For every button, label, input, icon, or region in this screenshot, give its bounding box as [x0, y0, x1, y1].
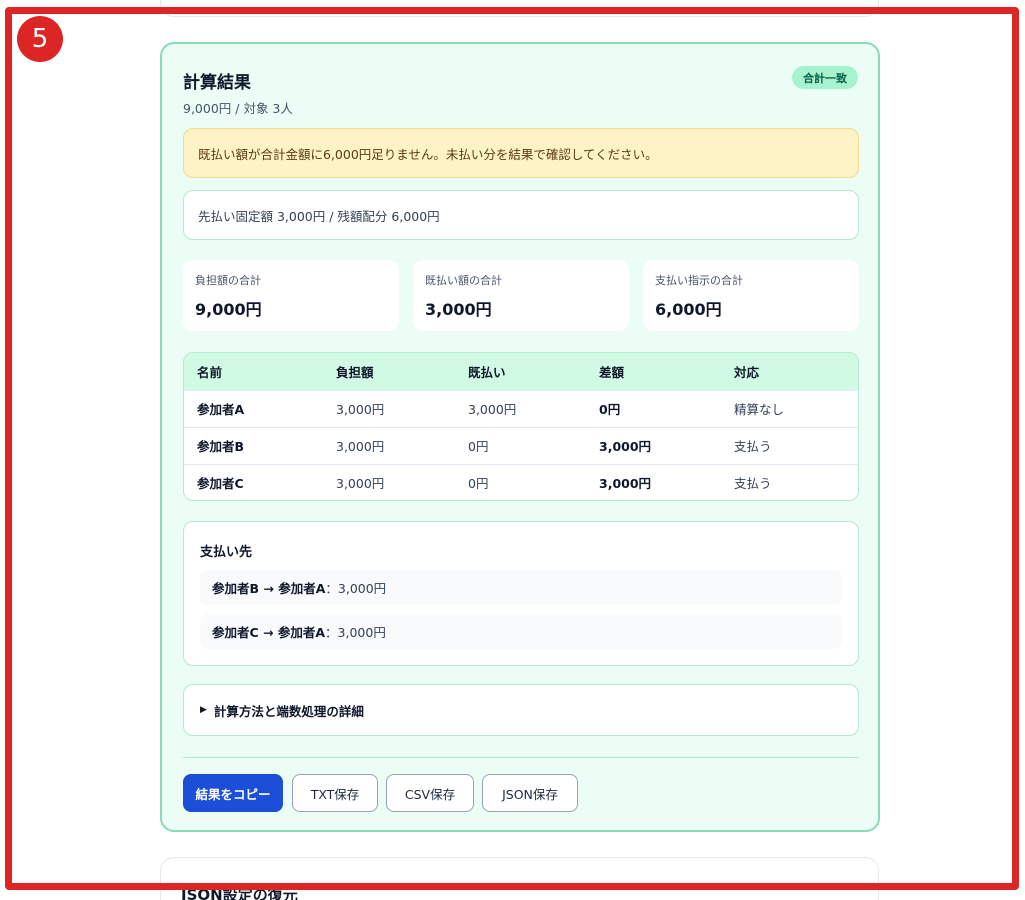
result-card: 計算結果 9,000円 / 対象 3人 合計一致 既払い額が合計金額に6,000…	[160, 42, 880, 832]
header-difference: 差額	[599, 364, 625, 380]
payee-amount: ：3,000円	[325, 581, 387, 596]
result-title: 計算結果	[183, 73, 251, 93]
disclosure-triangle-icon: ▶	[200, 705, 207, 715]
divider	[183, 757, 859, 758]
payee-item: 参加者B → 参加者A ：3,000円	[200, 570, 842, 605]
breakdown-text: 先払い固定額 3,000円 / 残額配分 6,000円	[198, 208, 440, 224]
cell-action: 支払う	[734, 439, 772, 454]
cell-paid: 3,000円	[468, 402, 517, 417]
previous-section-card	[160, 0, 879, 17]
calculation-details-toggle[interactable]: ▶ 計算方法と端数処理の詳細	[183, 684, 859, 736]
save-txt-button[interactable]: TXT保存	[292, 774, 378, 812]
stat-value: 6,000円	[655, 300, 722, 319]
payee-item: 参加者C → 参加者A ：3,000円	[200, 614, 842, 649]
stat-label: 負担額の合計	[195, 274, 261, 287]
cell-burden: 3,000円	[336, 439, 385, 454]
cell-action: 精算なし	[734, 402, 785, 417]
save-json-button[interactable]: JSON保存	[482, 774, 578, 812]
stat-total-instructions: 支払い指示の合計 6,000円	[643, 260, 859, 331]
cell-difference: 3,000円	[599, 476, 652, 492]
cell-name: 参加者B	[197, 439, 245, 454]
amount-breakdown: 先払い固定額 3,000円 / 残額配分 6,000円	[183, 190, 859, 240]
stat-label: 既払い額の合計	[425, 274, 502, 287]
header-name: 名前	[197, 364, 223, 380]
payees-title: 支払い先	[200, 545, 253, 560]
json-restore-section: JSON設定の復元	[160, 857, 879, 900]
stat-value: 3,000円	[425, 300, 492, 319]
stat-label: 支払い指示の合計	[655, 274, 743, 287]
json-restore-title: JSON設定の復元	[181, 886, 298, 900]
table-row: 参加者B 3,000円 0円 3,000円 支払う	[184, 427, 858, 464]
table-row: 参加者C 3,000円 0円 3,000円 支払う	[184, 464, 858, 500]
header-paid: 既払い	[468, 364, 506, 380]
cell-burden: 3,000円	[336, 476, 385, 492]
table-row: 参加者A 3,000円 3,000円 0円 精算なし	[184, 390, 858, 427]
header-action: 対応	[734, 364, 760, 380]
step-number-badge: 5	[17, 16, 63, 62]
payee-route: 参加者C → 参加者A	[212, 625, 326, 640]
cell-name: 参加者A	[197, 402, 245, 417]
table-header-row: 名前 負担額 既払い 差額 対応	[184, 353, 858, 390]
header-burden: 負担額	[336, 364, 374, 380]
stat-value: 9,000円	[195, 300, 262, 319]
save-csv-button[interactable]: CSV保存	[386, 774, 474, 812]
cell-burden: 3,000円	[336, 402, 385, 417]
payee-route: 参加者B → 参加者A	[212, 581, 326, 596]
settlement-table: 名前 負担額 既払い 差額 対応 参加者A 3,000円 3,000円 0円 精…	[183, 352, 859, 501]
stat-total-burden: 負担額の合計 9,000円	[183, 260, 399, 331]
shortfall-warning: 既払い額が合計金額に6,000円足りません。未払い分を結果で確認してください。	[183, 128, 859, 178]
cell-action: 支払う	[734, 476, 772, 492]
cell-name: 参加者C	[197, 476, 244, 492]
stat-total-paid: 既払い額の合計 3,000円	[413, 260, 629, 331]
status-badge: 合計一致	[792, 66, 858, 89]
warning-text: 既払い額が合計金額に6,000円足りません。未払い分を結果で確認してください。	[198, 146, 658, 162]
result-subtitle: 9,000円 / 対象 3人	[183, 101, 293, 116]
cell-difference: 0円	[599, 402, 621, 417]
cell-difference: 3,000円	[599, 439, 652, 454]
details-label: 計算方法と端数処理の詳細	[213, 703, 364, 719]
copy-result-button[interactable]: 結果をコピー	[183, 774, 283, 812]
payees-panel: 支払い先 参加者B → 参加者A ：3,000円 参加者C → 参加者A ：3,…	[183, 521, 859, 666]
cell-paid: 0円	[468, 439, 489, 454]
payee-amount: ：3,000円	[325, 625, 386, 640]
cell-paid: 0円	[468, 476, 489, 492]
